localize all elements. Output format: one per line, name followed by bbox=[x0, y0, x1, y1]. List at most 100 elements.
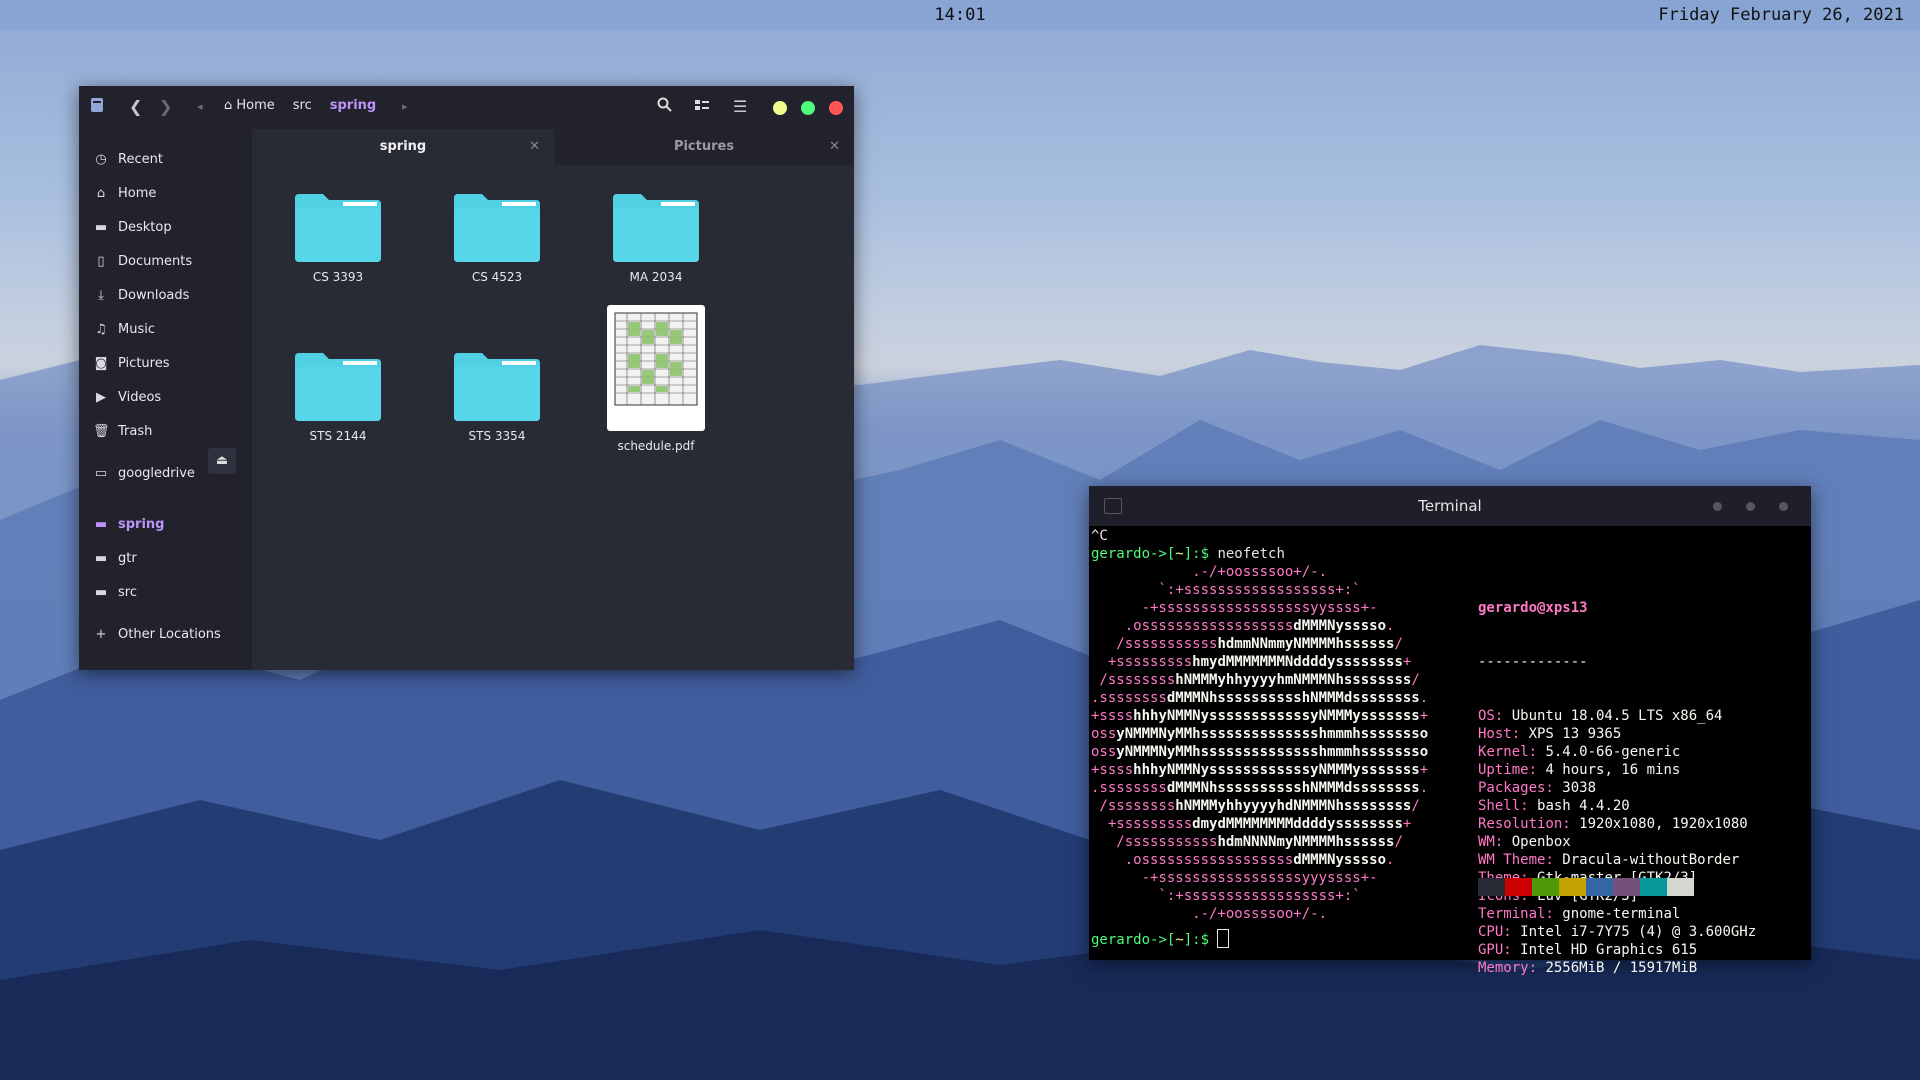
sidebar-item-home[interactable]: ⌂ Home bbox=[93, 182, 157, 204]
logo-line: .ossssssssssssssssssdMMMNysssso. bbox=[1091, 618, 1395, 634]
back-icon[interactable]: ❮ bbox=[129, 97, 142, 116]
date[interactable]: Friday February 26, 2021 bbox=[1658, 5, 1904, 25]
info-value: Intel HD Graphics 615 bbox=[1520, 942, 1698, 958]
pdf-thumbnail bbox=[607, 305, 705, 431]
forward-icon[interactable]: ❯ bbox=[159, 97, 172, 116]
sidebar-item-spring[interactable]: ▬ spring bbox=[93, 513, 165, 535]
palette-swatch bbox=[1478, 878, 1505, 896]
file-item-cs3393[interactable]: CS 3393 bbox=[273, 192, 403, 284]
sidebar-item-downloads[interactable]: ⤓ Downloads bbox=[93, 284, 189, 306]
search-icon[interactable] bbox=[657, 97, 672, 116]
folder-icon bbox=[293, 192, 383, 262]
tab-label: Pictures bbox=[673, 139, 735, 154]
info-key: Host: bbox=[1478, 726, 1529, 742]
command-line: gerardo->[~]:$ neofetch bbox=[1091, 546, 1285, 562]
close-button[interactable] bbox=[829, 101, 843, 115]
logo-line: .ssssssssdMMMNhsssssssssshNMMMdssssssss. bbox=[1091, 690, 1429, 706]
app-icon bbox=[90, 97, 104, 117]
sidebar-item-gtr[interactable]: ▬ gtr bbox=[93, 547, 137, 569]
drive-icon: ▭ bbox=[94, 465, 108, 481]
neofetch-info: gerardo@xps13 ------------- OS: Ubuntu 1… bbox=[1478, 563, 1756, 977]
info-key: Terminal: bbox=[1478, 906, 1563, 922]
sidebar-item-label: gtr bbox=[118, 550, 137, 566]
music-icon: ♫ bbox=[95, 321, 107, 337]
eject-icon: ⏏ bbox=[215, 453, 229, 468]
sidebar: ◷ Recent ⌂ Home ▬ Desktop ▯ Documents ⤓ Downl… bbox=[79, 129, 252, 670]
info-line: Packages: 3038 bbox=[1478, 779, 1756, 797]
menu-icon[interactable]: ☰ bbox=[733, 97, 747, 116]
document-icon: ▯ bbox=[97, 253, 105, 269]
file-label: CS 4523 bbox=[471, 270, 523, 284]
info-value: Ubuntu 18.04.5 LTS x86_64 bbox=[1511, 708, 1723, 724]
sidebar-item-label: Trash bbox=[118, 423, 153, 439]
breadcrumb-left-icon[interactable]: ◂ bbox=[197, 100, 203, 113]
file-manager-headerbar: ❮ ❯ ◂ ⌂ Home src spring ▸ ☰ bbox=[79, 86, 854, 129]
folder-icon bbox=[293, 351, 383, 421]
interrupt-line: ^C bbox=[1091, 528, 1108, 544]
terminal-output[interactable]: ^C gerardo->[~]:$ neofetch .-/+oossssoo+… bbox=[1089, 527, 1811, 976]
folder-icon: ▬ bbox=[94, 516, 108, 532]
logo-line: +ssssssssshmydMMMMMMMNddddyssssssss+ bbox=[1091, 654, 1412, 670]
file-item-sts3354[interactable]: STS 3354 bbox=[432, 351, 562, 443]
eject-button[interactable]: ⏏ bbox=[208, 448, 236, 474]
sidebar-item-music[interactable]: ♫ Music bbox=[93, 318, 155, 340]
sidebar-item-desktop[interactable]: ▬ Desktop bbox=[93, 216, 172, 238]
info-key: WM Theme: bbox=[1478, 852, 1563, 868]
sidebar-item-googledrive[interactable]: ▭ googledrive bbox=[93, 462, 195, 484]
file-item-schedule-pdf[interactable]: schedule.pdf bbox=[591, 305, 721, 453]
top-panel: 14:01 Friday February 26, 2021 bbox=[0, 0, 1920, 30]
minimize-button[interactable] bbox=[1713, 502, 1722, 511]
terminal-titlebar: Terminal bbox=[1089, 486, 1811, 526]
breadcrumb-spring[interactable]: spring bbox=[330, 98, 376, 113]
maximize-button[interactable] bbox=[801, 101, 815, 115]
sidebar-item-label: Documents bbox=[118, 253, 193, 269]
sidebar-item-label: src bbox=[118, 584, 137, 600]
sidebar-item-label: Other Locations bbox=[118, 626, 221, 642]
sidebar-item-src[interactable]: ▬ src bbox=[93, 581, 137, 603]
sidebar-item-label: googledrive bbox=[118, 465, 195, 481]
sidebar-item-documents[interactable]: ▯ Documents bbox=[93, 250, 192, 272]
home-icon: ⌂ bbox=[96, 185, 106, 201]
info-key: WM: bbox=[1478, 834, 1512, 850]
maximize-button[interactable] bbox=[1746, 502, 1755, 511]
close-button[interactable] bbox=[1779, 502, 1788, 511]
file-manager-window: ❮ ❯ ◂ ⌂ Home src spring ▸ ☰ ◷ Recent ⌂ Hom… bbox=[79, 86, 854, 670]
logo-line: +sssssssssdmydMMMMMMMMddddyssssssss+ bbox=[1091, 816, 1412, 832]
file-item-sts2144[interactable]: STS 2144 bbox=[273, 351, 403, 443]
file-item-ma2034[interactable]: MA 2034 bbox=[591, 192, 721, 284]
view-options-icon[interactable] bbox=[695, 97, 709, 116]
clock[interactable]: 14:01 bbox=[0, 5, 1920, 25]
info-line: Host: XPS 13 9365 bbox=[1478, 725, 1756, 743]
logo-line: /ssssssssssshdmNNNNmyNMMMMhssssss/ bbox=[1091, 834, 1403, 850]
logo-line: /sssssssshNMMMyhhyyyyhdNMMMNhssssssss/ bbox=[1091, 798, 1420, 814]
trash-icon: 🗑 bbox=[93, 423, 110, 439]
info-line: Uptime: 4 hours, 16 mins bbox=[1478, 761, 1756, 779]
breadcrumb-right-icon[interactable]: ▸ bbox=[402, 100, 408, 113]
neofetch-ubuntu-logo: .-/+oossssoo+/-. `:+ssssssssssssssssss+:… bbox=[1091, 563, 1428, 923]
logo-line: `:+ssssssssssssssssss+:` bbox=[1091, 888, 1361, 904]
breadcrumb-src[interactable]: src bbox=[293, 98, 312, 113]
info-line: CPU: Intel i7-7Y75 (4) @ 3.600GHz bbox=[1478, 923, 1756, 941]
file-item-cs4523[interactable]: CS 4523 bbox=[432, 192, 562, 284]
sidebar-item-recent[interactable]: ◷ Recent bbox=[93, 148, 163, 170]
tab-pictures[interactable]: Pictures ✕ bbox=[554, 129, 854, 165]
minimize-button[interactable] bbox=[773, 101, 787, 115]
sidebar-item-pictures[interactable]: ◙ Pictures bbox=[93, 352, 170, 374]
info-key: Resolution: bbox=[1478, 816, 1580, 832]
info-line: Memory: 2556MiB / 15917MiB bbox=[1478, 959, 1756, 977]
sidebar-item-trash[interactable]: 🗑 Trash bbox=[93, 420, 152, 442]
logo-line: .ossssssssssssssssssdMMMNysssso. bbox=[1091, 852, 1395, 868]
logo-line: ossyNMMMNyMMhsssssssssssssshmmmhssssssso bbox=[1091, 726, 1429, 742]
breadcrumb-home[interactable]: ⌂ Home bbox=[224, 98, 275, 113]
sidebar-item-videos[interactable]: ▶ Videos bbox=[93, 386, 161, 408]
close-icon[interactable]: ✕ bbox=[529, 129, 540, 165]
sidebar-item-other-locations[interactable]: + Other Locations bbox=[93, 623, 221, 645]
tab-spring[interactable]: spring ✕ bbox=[252, 129, 554, 165]
sidebar-item-label: Downloads bbox=[118, 287, 190, 303]
sidebar-item-label: Home bbox=[118, 185, 157, 201]
close-icon[interactable]: ✕ bbox=[829, 129, 840, 165]
file-label: schedule.pdf bbox=[617, 439, 695, 453]
terminal-title: Terminal bbox=[1418, 497, 1482, 515]
terminal-window: Terminal ^C gerardo->[~]:$ neofetch .-/+… bbox=[1089, 486, 1811, 976]
info-key: OS: bbox=[1478, 708, 1512, 724]
